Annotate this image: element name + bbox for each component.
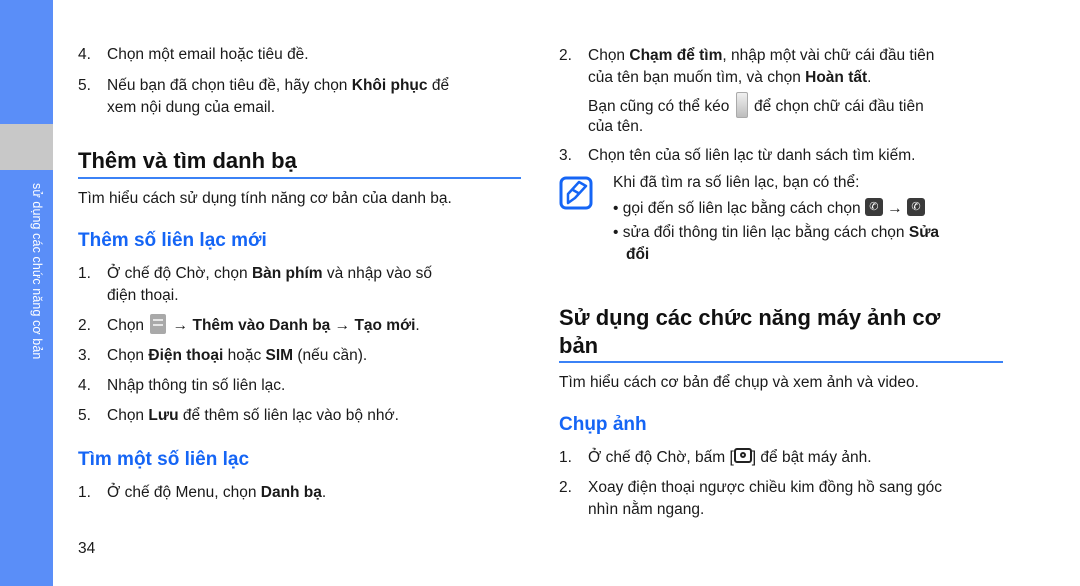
note-intro: Khi đã tìm ra số liên lạc, bạn có thể:	[613, 174, 860, 191]
section-title: Sử dụng các chức năng máy ảnh cơ bản	[559, 305, 941, 358]
contact-call-icon: ✆	[864, 197, 883, 216]
subsection-title: Tìm một số liên lạc	[78, 449, 250, 470]
camera-icon	[733, 448, 752, 464]
subsection-title: Thêm số liên lạc mới	[78, 230, 267, 251]
subsection-title: Chụp ảnh	[559, 414, 647, 435]
section-intro: Tìm hiểu cách sử dụng tính năng cơ bản c…	[78, 190, 452, 207]
chapter-tab-marker	[0, 124, 53, 170]
section-title: Thêm và tìm danh bạ	[78, 148, 297, 173]
section-intro: Tìm hiểu cách cơ bản để chụp và xem ảnh …	[559, 374, 919, 391]
scroll-bar-icon	[735, 92, 748, 118]
section-rule	[559, 361, 1003, 363]
menu-icon	[150, 313, 167, 334]
phone-icon: ✆	[907, 197, 926, 216]
chapter-label: sử dụng các chức năng cơ bản	[30, 183, 44, 360]
section-rule	[78, 177, 521, 179]
note-bullet: • gọi đến số liên lạc bằng cách chọn ✆ →…	[613, 197, 926, 220]
note-pencil-icon	[559, 176, 593, 210]
note-bullet: • sửa đổi thông tin liên lạc bằng cách c…	[613, 224, 940, 241]
page-number: 34	[78, 540, 96, 557]
chapter-sidebar: sử dụng các chức năng cơ bản	[0, 0, 53, 586]
